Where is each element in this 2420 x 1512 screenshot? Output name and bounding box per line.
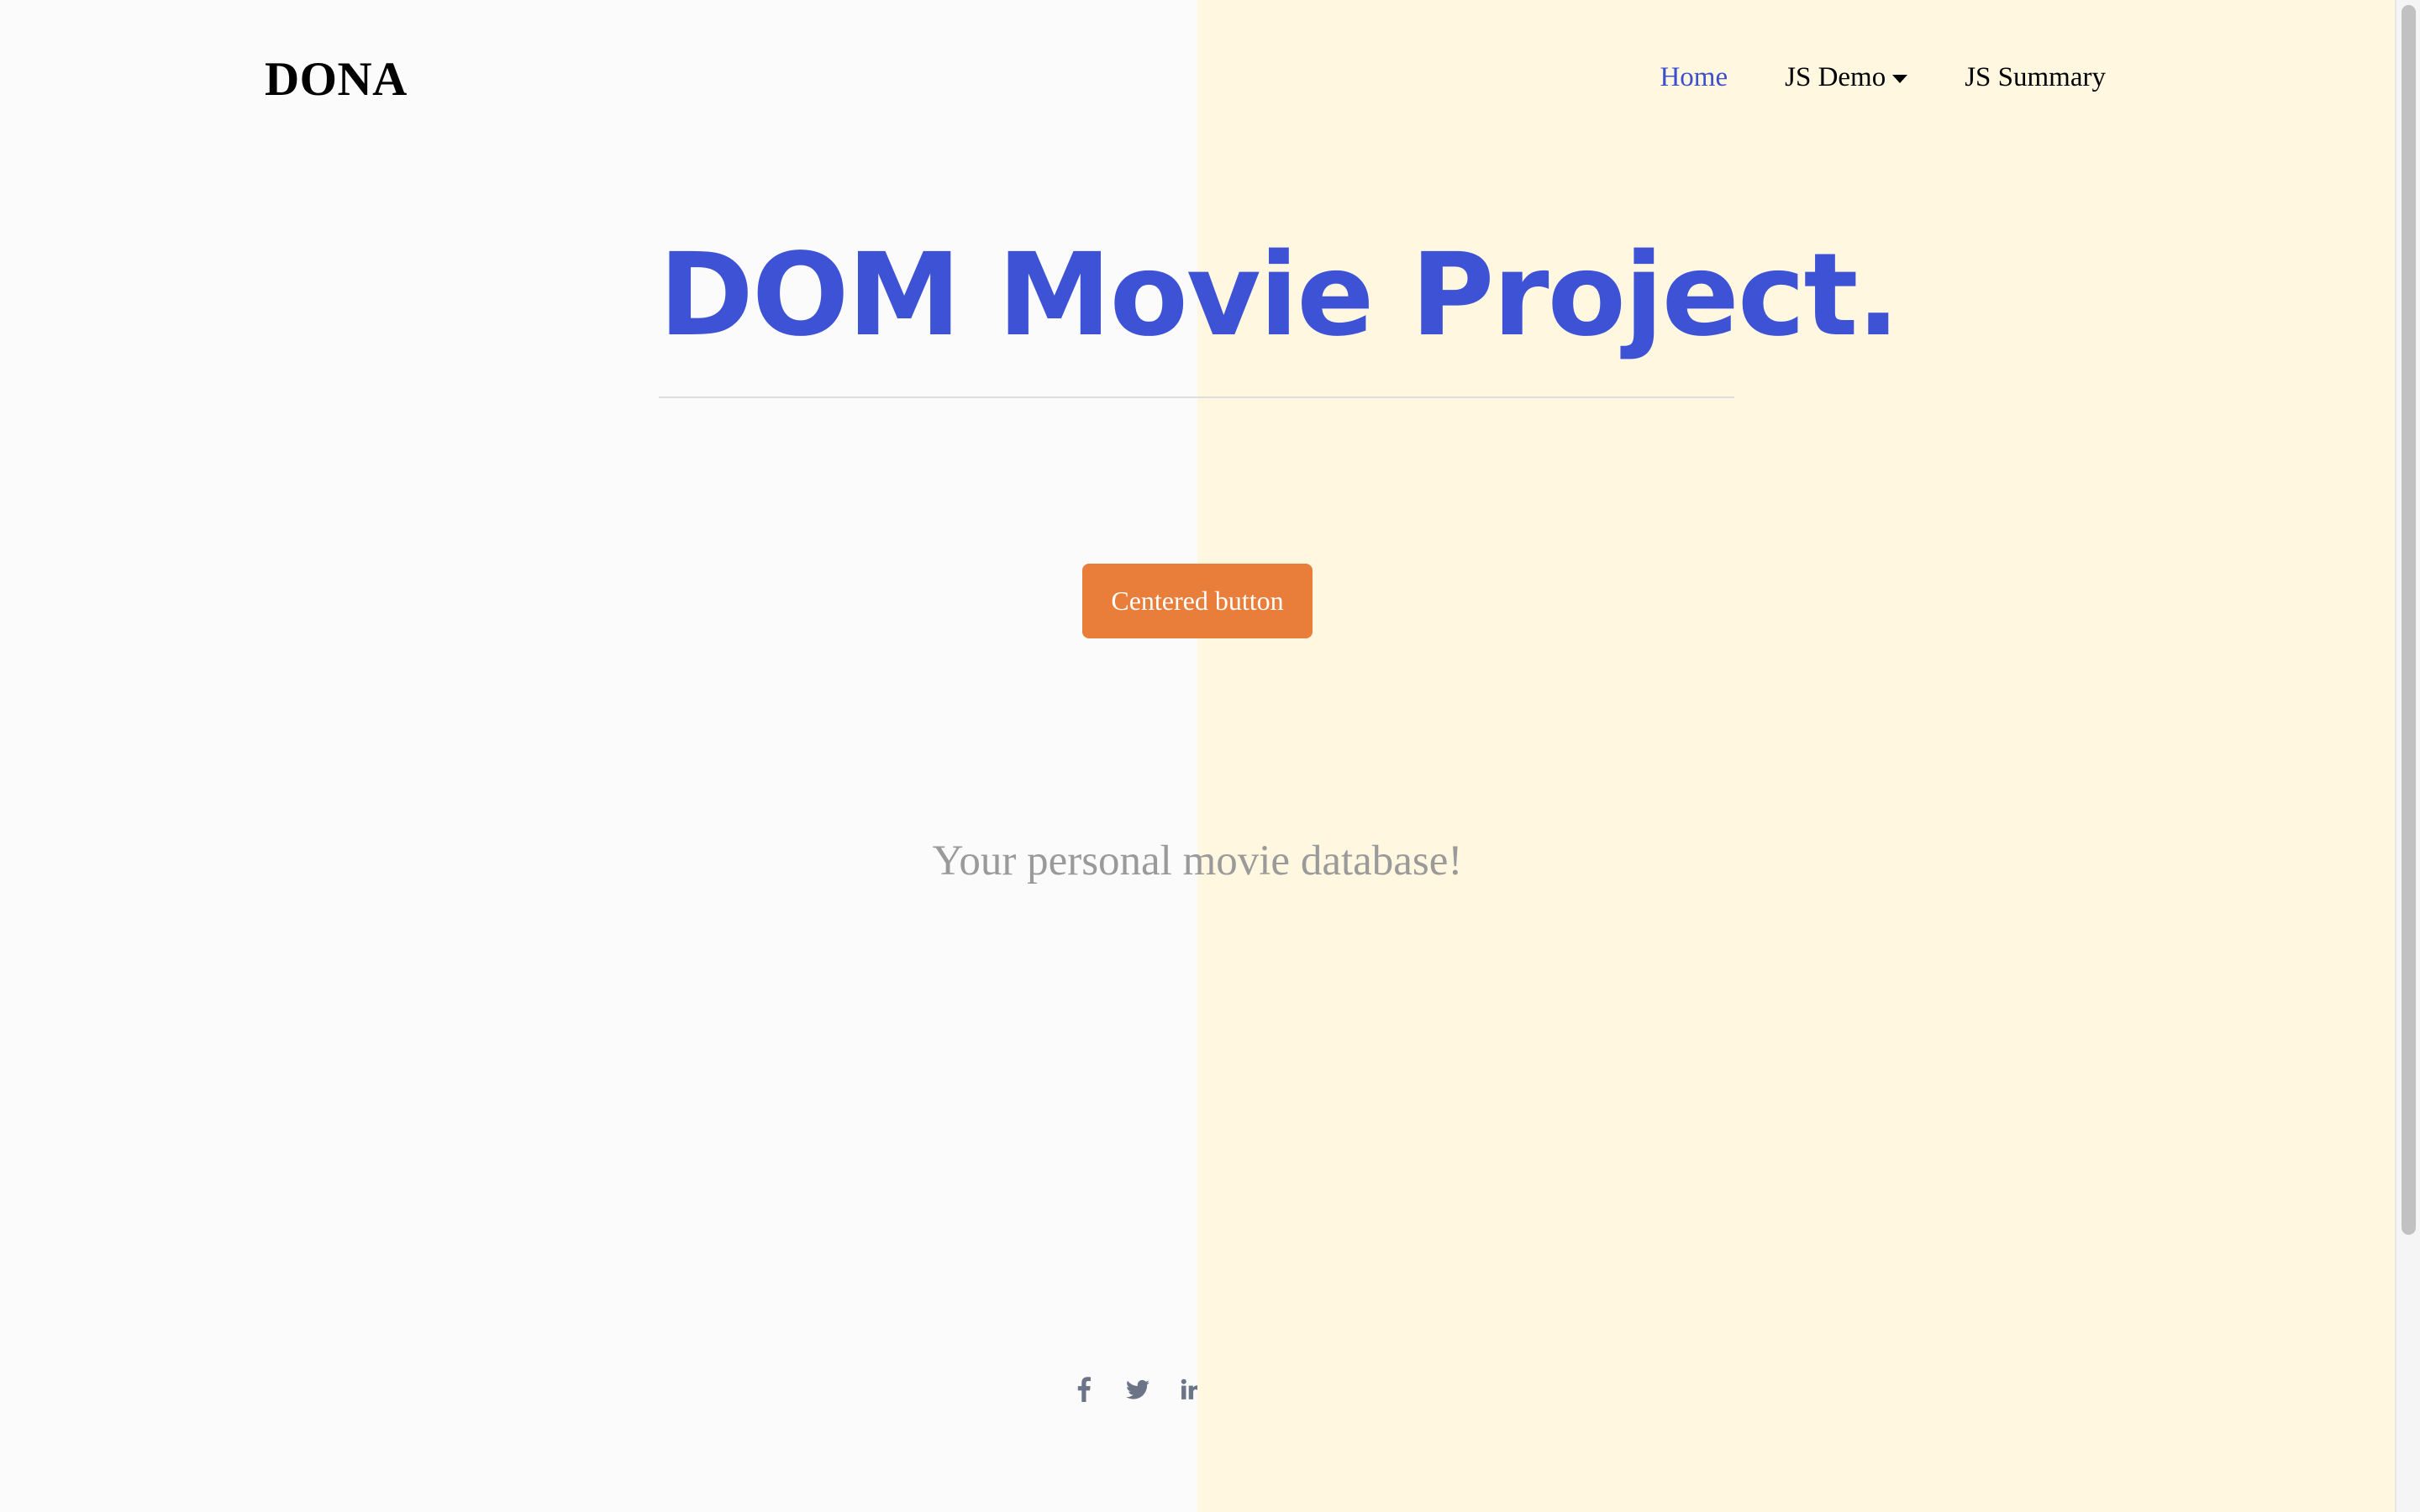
twitter-glyph <box>1126 1379 1150 1399</box>
nav-js-summary-link[interactable]: JS Summary <box>1965 62 2106 93</box>
scrollbar-thumb[interactable] <box>2402 5 2416 1235</box>
page: DONA Home JS Demo JS Summary DOM Movie P… <box>0 0 2420 1512</box>
social-links <box>1072 1373 1203 1406</box>
nav-js-demo-dropdown[interactable]: JS Demo <box>1785 62 1908 93</box>
tagline: Your personal movie database! <box>932 837 1463 885</box>
centered-button[interactable]: Centered button <box>1082 564 1313 638</box>
brand-logo[interactable]: DONA <box>265 52 408 107</box>
top-nav: Home JS Demo JS Summary <box>1660 62 2106 93</box>
nav-js-demo-label: JS Demo <box>1785 62 1886 92</box>
facebook-icon[interactable] <box>1072 1374 1096 1404</box>
twitter-icon[interactable] <box>1126 1374 1150 1404</box>
facebook-glyph <box>1077 1377 1091 1402</box>
vertical-scrollbar[interactable] <box>2395 0 2420 1512</box>
nav-home-link[interactable]: Home <box>1660 62 1728 93</box>
social-overlap-mask <box>1197 1369 1248 1410</box>
background-right-panel <box>1197 0 2395 1512</box>
title-divider <box>659 396 1734 398</box>
background-left-panel <box>0 0 1197 1512</box>
nav-js-summary-label: JS Summary <box>1965 62 2106 92</box>
caret-down-icon <box>1892 74 1908 83</box>
nav-home-label: Home <box>1660 62 1728 92</box>
page-title: DOM Movie Project. <box>659 229 1900 362</box>
